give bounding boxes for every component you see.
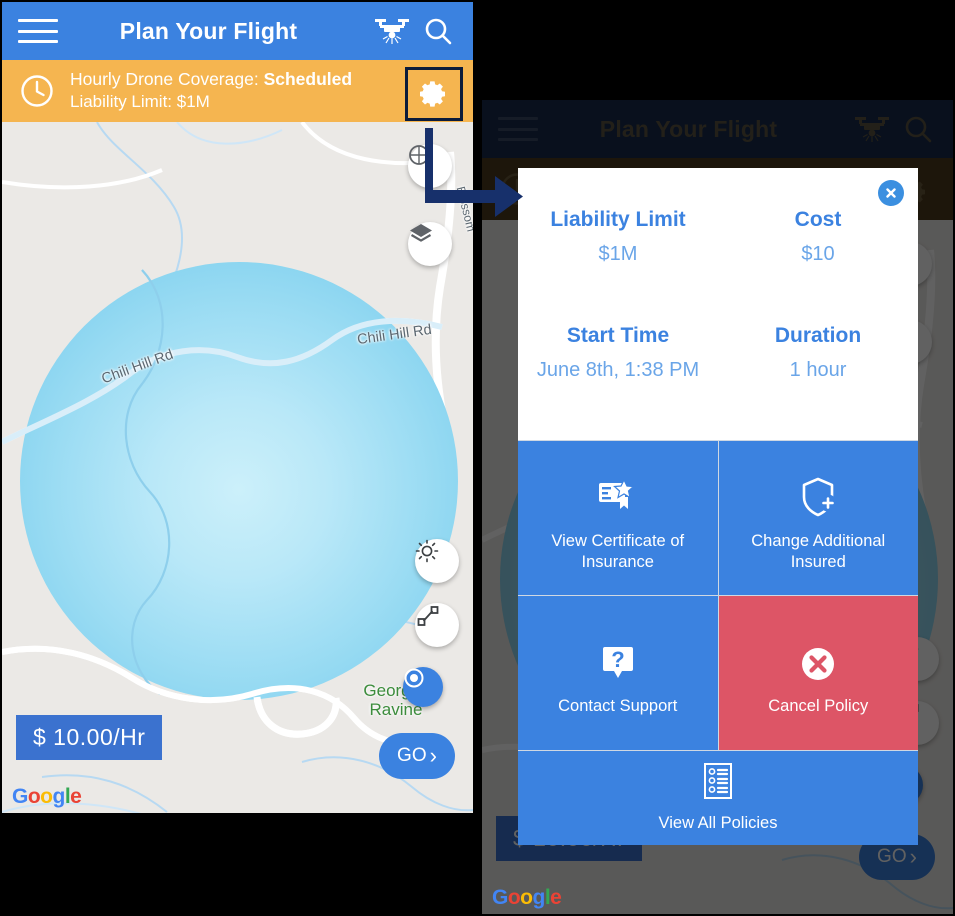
change-additional-insured-button[interactable]: Change Additional Insured bbox=[718, 440, 918, 595]
my-location-icon[interactable] bbox=[403, 667, 443, 707]
duration-label: Duration bbox=[774, 324, 862, 347]
route-path-icon[interactable] bbox=[415, 603, 459, 647]
view-certificate-label: View Certificate of Insurance bbox=[551, 532, 685, 571]
clock-icon bbox=[18, 72, 56, 110]
drone-icon-background[interactable] bbox=[849, 106, 895, 152]
view-all-policies-label: View All Policies bbox=[658, 814, 778, 833]
policy-actions-row-1: View Certificate of Insurance Change Add… bbox=[518, 440, 918, 595]
coverage-status-value: Scheduled bbox=[263, 69, 353, 90]
cost-field: Cost $10 bbox=[718, 208, 918, 266]
change-additional-insured-label: Change Additional Insured bbox=[751, 532, 886, 571]
duration-value: 1 hour bbox=[789, 359, 847, 381]
liability-limit-text: Liability Limit: $1M bbox=[70, 92, 210, 112]
wm-o1: o bbox=[27, 785, 41, 808]
view-all-policies-button[interactable]: View All Policies bbox=[518, 750, 918, 845]
policy-info-row-2: Start Time June 8th, 1:38 PM Duration 1 … bbox=[518, 324, 918, 382]
start-time-field: Start Time June 8th, 1:38 PM bbox=[518, 324, 718, 382]
wm-g2: g bbox=[52, 785, 66, 808]
layers-icon[interactable] bbox=[408, 222, 452, 266]
close-icon[interactable] bbox=[878, 180, 904, 206]
cost-label: Cost bbox=[794, 208, 842, 231]
certificate-icon bbox=[597, 464, 639, 518]
policy-actions-row-3: View All Policies bbox=[518, 750, 918, 845]
price-badge[interactable]: $ 10.00/Hr bbox=[16, 715, 163, 760]
left-phone-screen: Plan Your Flight Hourly Drone Coverage: … bbox=[2, 2, 473, 813]
wmb-o2: o bbox=[520, 886, 533, 909]
cancel-policy-button[interactable]: Cancel Policy bbox=[718, 595, 918, 750]
go-button-label: GO bbox=[397, 745, 427, 766]
coverage-label: Hourly Drone Coverage: bbox=[70, 69, 264, 90]
liability-limit-value: $1M bbox=[598, 243, 638, 265]
liability-limit-label: Liability Limit bbox=[550, 208, 686, 231]
search-icon-background[interactable] bbox=[895, 106, 941, 152]
coverage-status-text: Hourly Drone Coverage: Scheduled Liabili… bbox=[70, 69, 352, 112]
page-title-background: Plan Your Flight bbox=[599, 115, 778, 142]
cancel-circle-icon bbox=[799, 629, 837, 683]
drone-icon[interactable] bbox=[369, 8, 415, 54]
wm-g1: G bbox=[12, 785, 28, 808]
compass-icon[interactable] bbox=[408, 144, 452, 188]
wmb-g1: G bbox=[492, 886, 508, 909]
page-title: Plan Your Flight bbox=[119, 17, 298, 44]
start-time-label: Start Time bbox=[566, 324, 670, 347]
duration-field: Duration 1 hour bbox=[718, 324, 918, 382]
app-bar: Plan Your Flight bbox=[2, 2, 473, 60]
map-view[interactable]: Chili Hill Rd Chili Hill Rd Blossom Geor… bbox=[2, 122, 473, 813]
shield-plus-icon bbox=[799, 464, 837, 518]
cancel-policy-label: Cancel Policy bbox=[768, 697, 869, 716]
chevron-right-icon-background: › bbox=[909, 844, 917, 869]
view-certificate-button[interactable]: View Certificate of Insurance bbox=[518, 440, 719, 595]
contact-support-button[interactable]: ? Contact Support bbox=[518, 595, 719, 750]
policy-list-icon bbox=[702, 762, 734, 800]
go-button-label-background: GO bbox=[877, 846, 907, 867]
brightness-icon[interactable] bbox=[415, 539, 459, 583]
contact-support-label: Contact Support bbox=[558, 697, 678, 716]
policy-info-row-1: Liability Limit $1M Cost $10 bbox=[518, 208, 918, 266]
google-watermark-background: Google bbox=[492, 886, 562, 910]
policy-actions-row-2: ? Contact Support Cancel Policy bbox=[518, 595, 918, 750]
svg-text:?: ? bbox=[611, 647, 624, 672]
wmb-g2: g bbox=[532, 886, 546, 909]
policy-settings-button[interactable] bbox=[405, 67, 463, 121]
question-bubble-icon: ? bbox=[599, 629, 637, 683]
chevron-right-icon: › bbox=[429, 743, 437, 768]
info-row-spacer bbox=[518, 266, 918, 324]
search-icon[interactable] bbox=[415, 8, 461, 54]
gear-icon bbox=[420, 81, 445, 107]
policy-info-grid: Liability Limit $1M Cost $10 Start Time … bbox=[518, 208, 918, 382]
wmb-e: e bbox=[550, 886, 562, 909]
policy-actions-grid: View Certificate of Insurance Change Add… bbox=[518, 440, 918, 845]
wm-o2: o bbox=[40, 785, 53, 808]
go-button[interactable]: GO › bbox=[379, 733, 455, 779]
app-bar-background: Plan Your Flight bbox=[482, 100, 953, 158]
start-time-value: June 8th, 1:38 PM bbox=[536, 359, 700, 381]
policy-details-modal: Liability Limit $1M Cost $10 Start Time … bbox=[518, 168, 918, 845]
google-watermark: Google bbox=[12, 785, 82, 809]
liability-limit-field: Liability Limit $1M bbox=[518, 208, 718, 266]
cost-value: $10 bbox=[801, 243, 835, 265]
wm-e: e bbox=[70, 785, 82, 808]
coverage-status-banner: Hourly Drone Coverage: Scheduled Liabili… bbox=[2, 60, 473, 122]
left-phone-frame: Plan Your Flight Hourly Drone Coverage: … bbox=[0, 0, 475, 815]
wmb-o1: o bbox=[507, 886, 521, 909]
